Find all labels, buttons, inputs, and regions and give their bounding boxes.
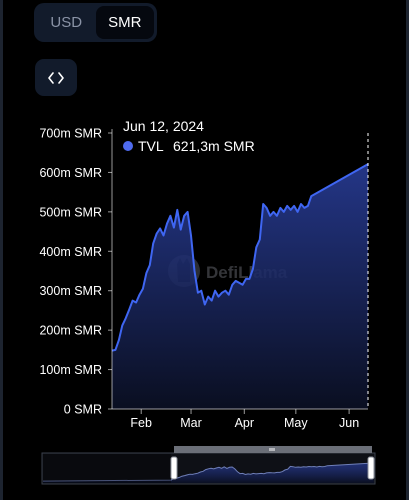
x-tick-label: Jun [339, 416, 359, 430]
tooltip-series-dot [123, 141, 133, 151]
tooltip-date: Jun 12, 2024 [123, 118, 204, 134]
y-tick-label: 200m SMR [39, 324, 102, 338]
tooltip-value: 621,3m SMR [173, 138, 255, 154]
y-tick-label: 100m SMR [39, 363, 102, 377]
y-tick-label: 600m SMR [39, 166, 102, 180]
series-area-tvl [112, 164, 368, 409]
range-navigator[interactable] [41, 446, 376, 485]
navigator-scrollbar[interactable] [174, 446, 372, 453]
y-tick-label: 700m SMR [39, 127, 102, 141]
tooltip: Jun 12, 2024 TVL 621,3m SMR [123, 118, 255, 154]
y-tick-label: 300m SMR [39, 284, 102, 298]
plot-area [111, 163, 369, 409]
x-axis: Feb Mar Apr May Jun [112, 408, 368, 430]
x-tick-label: May [284, 416, 308, 430]
y-tick-label: 500m SMR [39, 205, 102, 219]
x-tick-label: Mar [180, 416, 202, 430]
tooltip-series-label: TVL [138, 138, 164, 154]
y-tick-label: 400m SMR [39, 245, 102, 259]
navigator-handle-left[interactable] [170, 456, 178, 480]
x-tick-label: Feb [130, 416, 152, 430]
y-tick-label: 0 SMR [64, 403, 102, 417]
navigator-unselected-mask [43, 454, 171, 483]
tvl-chart[interactable]: DefiLlama 0 SMR100m SMR200m SMR300m SMR4… [0, 0, 409, 500]
y-axis: 0 SMR 100m SMR 200m SMR 300m SMR 400m SMR 500… [39, 127, 113, 417]
navigator-handle-right[interactable] [367, 456, 375, 480]
x-tick-label: Apr [235, 416, 254, 430]
